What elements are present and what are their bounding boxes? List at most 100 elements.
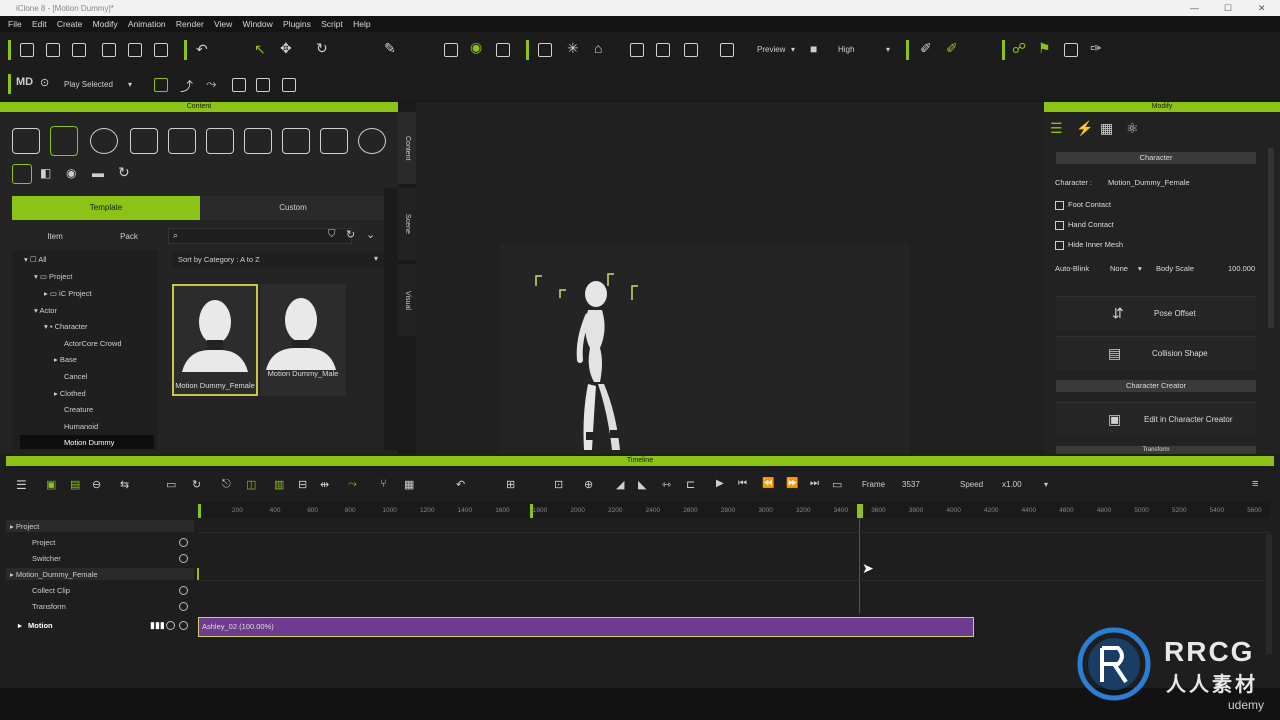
track-close-icon[interactable] [179,621,188,630]
speed-dropdown[interactable]: x1.00 [1002,480,1022,489]
break-icon[interactable]: ▥ [274,478,284,491]
notes-icon[interactable]: ▦ [404,478,414,491]
menu-view[interactable]: View [214,19,232,29]
tree-item-actor[interactable]: ▾ Actor [34,306,57,315]
tree-item-all[interactable]: ▾ ☐ All [24,255,47,264]
thumb-motion-dummy-male[interactable]: Motion Dummy_Male [260,284,346,396]
skip-end-icon[interactable]: ⏭ [810,478,819,489]
section-transform[interactable]: Transform [1056,446,1256,454]
camera-view-icon[interactable] [538,43,552,57]
filter-icon[interactable]: ⛉ [328,229,336,240]
select-icon[interactable]: ↖ [254,41,266,58]
search-input[interactable]: ⌕ [168,228,352,244]
tree-item-cancel[interactable]: Cancel [64,372,87,381]
merge-icon[interactable]: ⊟ [298,478,307,491]
tree-item-creature[interactable]: Creature [64,405,93,414]
character-filter-icon[interactable] [12,164,32,184]
layer-icon[interactable]: ▤ [70,478,80,491]
hat-filter-icon[interactable]: ▬ [92,166,104,180]
brush-icon[interactable]: ✎ [384,40,396,57]
export-icon[interactable] [128,43,142,57]
tree-item-motion-dummy[interactable]: Motion Dummy [64,438,114,447]
menu-render[interactable]: Render [176,19,204,29]
track-group-character[interactable]: ▸ Motion_Dummy_Female [10,570,98,579]
layer-bars-icon[interactable]: ▮▮▮ [150,620,165,631]
motion-dummy-character[interactable] [528,264,668,454]
minimize-icon[interactable]: — [1190,3,1199,13]
loop-range-icon[interactable]: ⊏ [686,478,695,491]
video-camera-icon[interactable]: ■ [810,42,817,56]
sliders-icon[interactable]: ☰ [1050,120,1063,137]
motion-run-icon[interactable]: ⚡ [1076,120,1093,137]
pose-offset-button[interactable]: ⇵ Pose Offset [1056,296,1256,330]
playhead-handle[interactable] [857,504,863,518]
shape-icon[interactable] [320,128,348,154]
insert-icon[interactable]: ⊞ [506,478,515,491]
play-circle-icon[interactable]: ⊙ [40,76,49,89]
track-mute-icon[interactable] [166,621,175,630]
effect-icon[interactable] [358,128,386,154]
fit-view-icon[interactable] [630,43,644,57]
play-mode-dropdown[interactable]: Play Selected [64,80,113,89]
track-close-icon[interactable] [179,586,188,595]
menu-script[interactable]: Script [321,19,343,29]
refresh-icon[interactable]: ↻ [118,164,130,181]
key-marker[interactable] [197,568,199,580]
side-tab-scene[interactable]: Scene [398,188,416,260]
open-folder-icon[interactable] [46,43,60,57]
menu-file[interactable]: File [8,19,22,29]
chevron-circle-icon[interactable]: ⌄ [366,228,375,241]
undo-clip-icon[interactable]: ↶ [456,478,465,491]
frame-input[interactable]: 3537 [902,480,920,489]
tab-template[interactable]: Template [12,196,200,220]
path-icon[interactable]: ⤳ [206,76,216,92]
paint-icon[interactable]: ✐ [946,40,958,57]
cloth-filter-icon[interactable]: ◧ [40,166,51,180]
split-icon[interactable]: ⇹ [320,478,329,491]
skip-start-icon[interactable]: ⏮ [738,478,747,489]
3d-viewport[interactable] [416,102,1044,454]
tree-item-actorcore-crowd[interactable]: ActorCore Crowd [64,339,122,348]
preview-dropdown[interactable]: Preview [757,45,785,54]
key-icon[interactable]: ▣ [46,478,56,491]
undo-icon[interactable]: ↶ [196,41,208,58]
rotate-icon[interactable]: ↻ [316,40,328,57]
tree-item-humanoid[interactable]: Humanoid [64,422,98,431]
tree-item-character[interactable]: ▾ ▪ Character [44,322,88,331]
frame-selected-icon[interactable] [656,43,670,57]
puppet-icon[interactable] [256,78,270,92]
gesture-icon[interactable]: ☍ [1012,40,1026,57]
curve-editor-icon[interactable]: ⤳ [348,478,357,491]
key-next-icon[interactable]: ◣ [638,478,646,491]
motion-layer-icon[interactable] [282,78,296,92]
accessory-icon[interactable] [168,128,196,154]
rewind-icon[interactable]: ⏪ [762,478,774,489]
section-character-creator[interactable]: Character Creator [1056,380,1256,392]
move-icon[interactable]: ✥ [280,40,292,57]
clipboard-icon[interactable] [1064,43,1078,57]
save-icon[interactable] [72,43,86,57]
marker-start[interactable] [198,504,201,518]
sync-icon[interactable]: ↻ [346,228,355,241]
subtab-item[interactable]: Item [20,226,90,248]
actor-category-icon[interactable] [50,126,78,156]
track-close-icon[interactable] [179,554,188,563]
light-icon[interactable]: ✳ [567,40,579,57]
subtab-pack[interactable]: Pack [94,226,164,248]
eye-icon[interactable]: ◉ [470,39,482,56]
save-as-icon[interactable] [102,43,116,57]
blend-icon[interactable]: ◫ [246,478,256,491]
pen-icon[interactable]: ✐ [920,40,932,57]
collision-shape-button[interactable]: ▤ Collision Shape [1056,336,1256,370]
folder-icon[interactable] [12,128,40,154]
track-transform[interactable]: Transform [32,602,66,611]
transform-icon[interactable] [720,43,734,57]
foot-contact-checkbox[interactable]: Foot Contact [1055,200,1111,210]
track-list-icon[interactable]: ☰ [16,478,27,492]
fast-forward-icon[interactable]: ⏩ [786,478,798,489]
record-icon[interactable] [154,78,168,92]
mocap-device-icon[interactable]: MD [16,76,33,88]
branch-icon[interactable]: ⑂ [380,478,387,490]
new-file-icon[interactable] [20,43,34,57]
clip-icon[interactable]: ▭ [166,478,176,491]
